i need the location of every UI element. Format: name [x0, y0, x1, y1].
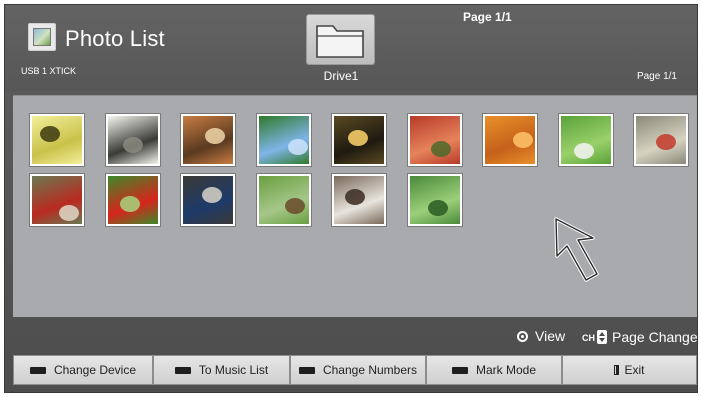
page-indicator-top: Page 1/1: [463, 10, 512, 24]
button-bar: Change Device To Music List Change Numbe…: [13, 355, 697, 385]
change-numbers-button[interactable]: Change Numbers: [290, 355, 426, 385]
change-numbers-label: Change Numbers: [322, 363, 418, 377]
drive-folder-button[interactable]: [306, 14, 375, 65]
photo-app-icon: [28, 23, 56, 51]
photo-thumbnail-red-tulip[interactable]: [106, 174, 160, 226]
exit-button[interactable]: Exit: [562, 355, 697, 385]
drive-label: Drive1: [323, 69, 359, 83]
photo-thumbnail-red-maple[interactable]: [408, 114, 462, 166]
photo-grid: [13, 95, 697, 317]
photo-thumbnail-wooden-corridor[interactable]: [181, 114, 235, 166]
photo-thumbnail-dandelion[interactable]: [559, 114, 613, 166]
change-device-label: Change Device: [53, 363, 137, 377]
to-music-list-button[interactable]: To Music List: [153, 355, 290, 385]
view-label: View: [535, 328, 566, 344]
photo-thumbnail-horses[interactable]: [106, 114, 160, 166]
header: Photo List USB 1 XTICK Drive1 Page 1/1 P…: [5, 5, 697, 91]
pointer-cursor-icon: [554, 217, 599, 282]
exit-label: Exit: [624, 363, 645, 377]
to-music-list-label: To Music List: [198, 363, 269, 377]
channel-updown-icon: [597, 330, 607, 344]
hint-bar: View CH Page Change: [5, 317, 698, 353]
photo-thumbnail-butterfly[interactable]: [30, 114, 84, 166]
folder-icon: [316, 25, 364, 58]
change-device-button[interactable]: Change Device: [13, 355, 153, 385]
photo-thumbnail-garden-path[interactable]: [257, 174, 311, 226]
photo-thumbnail-bamboo[interactable]: [408, 174, 462, 226]
page-change-label: Page Change: [612, 329, 698, 345]
photo-thumbnail-stone-basin[interactable]: [181, 174, 235, 226]
mark-mode-button[interactable]: Mark Mode: [426, 355, 562, 385]
black-key-icon: [451, 366, 468, 374]
black-key-icon: [174, 366, 191, 374]
photo-thumbnail-paint-pots[interactable]: [634, 114, 688, 166]
photo-thumbnail-sunset[interactable]: [332, 114, 386, 166]
photo-thumbnail-temple-hall[interactable]: [332, 174, 386, 226]
ok-circle-icon: [517, 331, 528, 342]
device-label: USB 1 XTICK: [21, 66, 77, 76]
photo-list-screen: Photo List USB 1 XTICK Drive1 Page 1/1 P…: [4, 4, 698, 393]
page-title: Photo List: [65, 26, 165, 51]
page-change-hint[interactable]: CH Page Change: [582, 328, 698, 345]
view-hint[interactable]: View: [517, 328, 565, 344]
mark-mode-label: Mark Mode: [475, 363, 537, 377]
black-key-icon: [298, 366, 315, 374]
photo-thumbnail-oranges[interactable]: [483, 114, 537, 166]
photo-thumbnail-red-berries[interactable]: [30, 174, 84, 226]
exit-door-icon: [614, 365, 620, 375]
ch-label: CH: [582, 333, 595, 343]
black-key-icon: [29, 366, 46, 374]
page-indicator: Page 1/1: [636, 71, 677, 82]
photo-thumbnail-blue-flowers[interactable]: [257, 114, 311, 166]
